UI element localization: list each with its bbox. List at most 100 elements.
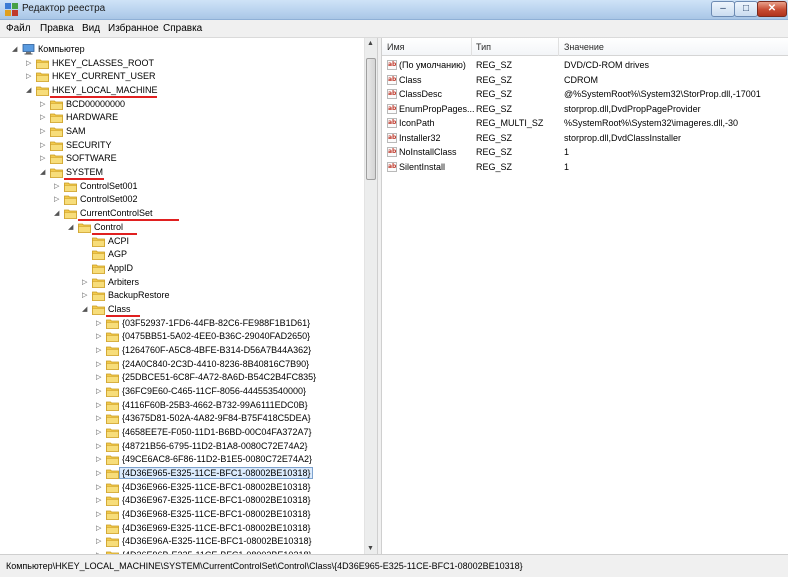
tree-node-label[interactable]: {4D36E966-E325-11CE-BFC1-08002BE10318} [122, 482, 310, 492]
expand-arrow-icon[interactable]: ▷ [96, 332, 104, 341]
tree-node-label-selected[interactable]: {4D36E965-E325-11CE-BFC1-08002BE10318} [118, 467, 314, 480]
tree-node-label[interactable]: {4D36E967-E325-11CE-BFC1-08002BE10318} [122, 495, 310, 505]
value-row[interactable]: ab Class REG_SZ CDROM [382, 73, 788, 87]
expand-arrow-icon[interactable]: ▷ [96, 319, 104, 328]
expand-arrow-icon[interactable]: ▷ [96, 346, 104, 355]
menu-favorites[interactable]: Избранное [108, 23, 159, 34]
expand-arrow-icon[interactable]: ▷ [96, 469, 104, 478]
expand-arrow-icon[interactable]: ▷ [26, 72, 34, 81]
collapse-arrow-icon[interactable]: ◢ [40, 168, 48, 177]
expand-arrow-icon[interactable]: ▷ [54, 195, 62, 204]
tree-node-label[interactable]: {0475BB51-5A02-4EE0-B36C-29040FAD2650} [122, 331, 310, 341]
tree-node-label[interactable]: AGP [108, 249, 127, 259]
expand-arrow-icon[interactable]: ▷ [40, 127, 48, 136]
tree-node-label[interactable]: {36FC9E60-C465-11CF-8056-444553540000} [122, 386, 306, 396]
tree-scrollbar[interactable]: ▲ ▼ [364, 38, 377, 554]
column-name-header[interactable]: Имя [387, 42, 405, 52]
scroll-up-arrow-icon[interactable]: ▲ [367, 40, 374, 47]
values-column-header: Имя Тип Значение [382, 38, 788, 56]
tree-node-label[interactable]: {4D36E968-E325-11CE-BFC1-08002BE10318} [122, 509, 310, 519]
scroll-down-arrow-icon[interactable]: ▼ [367, 545, 374, 552]
registry-tree-pane[interactable]: ◢ Компьютер ▷ HKEY_CLASSES_ROOT ▷ HKEY_CURREN… [0, 38, 377, 554]
tree-node-label[interactable]: {43675D81-502A-4A82-9F84-B75F418C5DEA} [122, 413, 311, 423]
expand-arrow-icon[interactable]: ▷ [96, 401, 104, 410]
tree-node-label[interactable]: {24A0C840-2C3D-4410-8236-8B40816C7B90} [122, 359, 309, 369]
expand-arrow-icon[interactable]: ▷ [40, 141, 48, 150]
tree-node-label[interactable]: Компьютер [38, 44, 85, 54]
expand-arrow-icon[interactable]: ▷ [82, 291, 90, 300]
menu-file[interactable]: Файл [6, 23, 31, 34]
value-type: REG_SZ [476, 74, 513, 85]
tree-node-label[interactable]: {49CE6AC8-6F86-11D2-B1E5-0080C72E74A2} [122, 454, 312, 464]
value-row[interactable]: ab EnumPropPages... REG_SZ storprop.dll,Dvd… [382, 102, 788, 116]
expand-arrow-icon[interactable]: ▷ [96, 428, 104, 437]
collapse-arrow-icon[interactable]: ◢ [82, 305, 90, 314]
expand-arrow-icon[interactable]: ▷ [96, 483, 104, 492]
expand-arrow-icon[interactable]: ▷ [40, 100, 48, 109]
expand-arrow-icon[interactable]: ▷ [40, 113, 48, 122]
collapse-arrow-icon[interactable]: ◢ [12, 45, 20, 54]
tree-node-label[interactable]: Arbiters [108, 277, 139, 287]
tree-node-label[interactable]: {1264760F-A5C8-4BFE-B314-D56A7B44A362} [122, 345, 311, 355]
menu-edit[interactable]: Правка [40, 23, 74, 34]
tree-node-label[interactable]: SYSTEM [66, 167, 103, 177]
value-row[interactable]: ab (По умолчанию) REG_SZ DVD/CD-ROM drives [382, 58, 788, 72]
value-row[interactable]: ab ClassDesc REG_SZ @%SystemRoot%\System32\… [382, 87, 788, 101]
expand-arrow-icon[interactable]: ▷ [54, 182, 62, 191]
value-row[interactable]: ab NoInstallClass REG_SZ 1 [382, 145, 788, 159]
tree-node-label[interactable]: Control [94, 222, 123, 232]
expand-arrow-icon[interactable]: ▷ [96, 510, 104, 519]
menu-help[interactable]: Справка [163, 23, 202, 34]
minimize-button[interactable]: – [711, 1, 735, 17]
tree-node-label[interactable]: BackupRestore [108, 290, 170, 300]
expand-arrow-icon[interactable]: ▷ [96, 387, 104, 396]
tree-node-label[interactable]: HKEY_CURRENT_USER [52, 71, 156, 81]
expand-arrow-icon[interactable]: ▷ [96, 496, 104, 505]
collapse-arrow-icon[interactable]: ◢ [54, 209, 62, 218]
menu-view[interactable]: Вид [82, 23, 100, 34]
collapse-arrow-icon[interactable]: ◢ [26, 86, 34, 95]
maximize-button[interactable]: □ [734, 1, 758, 17]
expand-arrow-icon[interactable]: ▷ [96, 524, 104, 533]
tree-node-label[interactable]: HKEY_CLASSES_ROOT [52, 58, 154, 68]
close-button[interactable]: ✕ [757, 1, 787, 17]
tree-node-label[interactable]: SAM [66, 126, 86, 136]
column-value-header[interactable]: Значение [564, 42, 604, 52]
tree-node-label[interactable]: SOFTWARE [66, 153, 117, 163]
column-type-header[interactable]: Тип [476, 42, 491, 52]
expand-arrow-icon[interactable]: ▷ [82, 278, 90, 287]
expand-arrow-icon[interactable]: ▷ [40, 154, 48, 163]
value-row[interactable]: ab SilentInstall REG_SZ 1 [382, 160, 788, 174]
tree-node-label[interactable]: {25DBCE51-6C8F-4A72-8A6D-B54C2B4FC835} [122, 372, 316, 382]
collapse-arrow-icon[interactable]: ◢ [68, 223, 76, 232]
tree-node-label[interactable]: {03F52937-1FD6-44FB-82C6-FE988F1B1D61} [122, 318, 310, 328]
expand-arrow-icon[interactable]: ▷ [96, 537, 104, 546]
expand-arrow-icon[interactable]: ▷ [96, 414, 104, 423]
expand-arrow-icon[interactable]: ▷ [96, 360, 104, 369]
tree-node-label[interactable]: HKEY_LOCAL_MACHINE [52, 85, 158, 95]
folder-icon [106, 401, 119, 411]
folder-icon [36, 59, 49, 69]
tree-node-label[interactable]: {4116F60B-25B3-4662-B732-99A6111EDC0B} [122, 400, 308, 410]
value-row[interactable]: ab Installer32 REG_SZ storprop.dll,DvdClass… [382, 131, 788, 145]
tree-node-label[interactable]: ControlSet002 [80, 194, 138, 204]
expand-arrow-icon[interactable]: ▷ [26, 59, 34, 68]
scrollbar-thumb[interactable] [366, 58, 376, 180]
expand-arrow-icon[interactable]: ▷ [96, 455, 104, 464]
value-name: (По умолчанию) [399, 60, 466, 70]
value-row[interactable]: ab IconPath REG_MULTI_SZ %SystemRoot%\Syste… [382, 116, 788, 130]
tree-node-label[interactable]: ControlSet001 [80, 181, 138, 191]
tree-node-label[interactable]: ACPI [108, 236, 129, 246]
tree-node-label[interactable]: {4D36E96A-E325-11CE-BFC1-08002BE10318} [122, 536, 311, 546]
tree-node-label[interactable]: {48721B56-6795-11D2-B1A8-0080C72E74A2} [122, 441, 307, 451]
tree-node-label[interactable]: BCD00000000 [66, 99, 125, 109]
tree-node-label[interactable]: Class [108, 304, 131, 314]
tree-node-label[interactable]: SECURITY [66, 140, 112, 150]
expand-arrow-icon[interactable]: ▷ [96, 442, 104, 451]
tree-node-label[interactable]: {4D36E969-E325-11CE-BFC1-08002BE10318} [122, 523, 310, 533]
expand-arrow-icon[interactable]: ▷ [96, 373, 104, 382]
tree-node-label[interactable]: {4658EE7E-F050-11D1-B6BD-00C04FA372A7} [122, 427, 311, 437]
tree-node-label[interactable]: CurrentControlSet [80, 208, 153, 218]
tree-node-label[interactable]: AppID [108, 263, 133, 273]
tree-node-label[interactable]: HARDWARE [66, 112, 118, 122]
